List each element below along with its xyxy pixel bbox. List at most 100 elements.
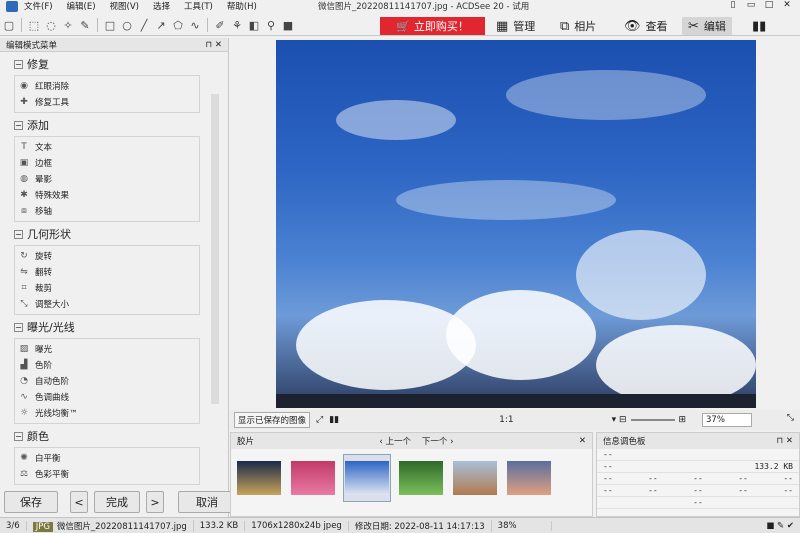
panel-controls[interactable]: ⊓ ✕ (206, 40, 222, 50)
restore-icon[interactable]: □ (760, 0, 778, 14)
color-swatch-icon[interactable]: ■ (281, 18, 295, 32)
menu-item-label: 红眼消除 (35, 82, 70, 92)
menu-item[interactable]: ↻ 旋转 (19, 248, 199, 264)
menu-item[interactable]: ◉ 红眼消除 (19, 78, 199, 94)
rectangle-icon[interactable]: □ (103, 18, 117, 32)
wand-icon[interactable]: ✧ (61, 18, 75, 32)
curves-icon: ∿ (20, 392, 28, 402)
zoom-slider[interactable] (630, 419, 675, 421)
section-header[interactable]: − 曝光/光线 (14, 319, 200, 335)
cloud-shape (596, 325, 756, 405)
buy-now-button[interactable]: 🛒 立即购买！ (380, 17, 485, 35)
show-saved-image-button[interactable]: 显示已保存的图像 (234, 412, 311, 428)
thumbnail[interactable] (289, 454, 337, 502)
pen-icon[interactable]: ✎ (78, 18, 92, 32)
next-button[interactable]: > (146, 491, 164, 513)
collapse-icon[interactable]: − (14, 229, 23, 239)
tab-edit[interactable]: ✂ 编辑 (682, 17, 732, 35)
curve-icon[interactable]: ∿ (188, 18, 202, 32)
menu-item[interactable]: ✚ 修复工具 (19, 94, 199, 110)
dashboard-button[interactable]: ▮▮ (746, 17, 772, 35)
menu-item[interactable]: ✺ 白平衡 (19, 450, 199, 466)
line-icon[interactable]: ╱ (137, 18, 151, 32)
zoom-field[interactable]: 37% (702, 413, 752, 427)
menu-item-label: 特殊效果 (35, 191, 70, 201)
menu-item[interactable]: ⧈ 移轴 (19, 203, 199, 219)
gradient-icon[interactable]: ◧ (247, 18, 261, 32)
format-badge: JPG (32, 521, 53, 532)
cloud-shape (336, 100, 456, 140)
menu-file[interactable]: 文件(F) (24, 0, 53, 12)
status-dims: 1706x1280x24b jpeg (245, 520, 349, 531)
thumbnail[interactable] (451, 454, 499, 502)
thumbnail[interactable] (397, 454, 445, 502)
tab-photos[interactable]: ⧉ 相片 (554, 17, 602, 35)
collapse-icon[interactable]: − (14, 322, 23, 332)
scrollbar[interactable] (211, 94, 219, 404)
menu-edit[interactable]: 编辑(E) (67, 0, 96, 12)
close-icon[interactable]: ✕ (579, 436, 586, 446)
minimize-icon[interactable]: ▭ (742, 0, 760, 14)
close-icon[interactable]: ✕ (778, 0, 796, 14)
zoom-in-icon[interactable]: ⊞ (679, 415, 687, 425)
collapse-icon[interactable]: − (14, 120, 23, 130)
eyedropper-icon[interactable]: ⚲ (264, 18, 278, 32)
window-title: 微信图片_20220811141707.jpg - ACDSee 20 - 试用 (318, 2, 530, 12)
cancel-button[interactable]: 取消 (178, 491, 236, 513)
tab-manage[interactable]: ▦ 管理 (490, 17, 541, 35)
menu-view[interactable]: 视图(V) (110, 0, 139, 12)
lasso-icon[interactable]: ◌ (44, 18, 58, 32)
ratio-label[interactable]: 1:1 (499, 415, 513, 425)
filmstrip-next[interactable]: 下一个 (422, 437, 448, 447)
section-header[interactable]: − 颜色 (14, 428, 200, 444)
save-button[interactable]: 保存 (4, 491, 58, 513)
sky-photo[interactable] (276, 40, 756, 408)
menu-item[interactable]: ▟ 色阶 (19, 357, 199, 373)
arrow-icon[interactable]: ↗ (154, 18, 168, 32)
menu-item[interactable]: ▣ 边框 (19, 155, 199, 171)
thumbnail[interactable] (505, 454, 553, 502)
prev-button[interactable]: < (70, 491, 88, 513)
app-logo-icon (6, 0, 18, 12)
thumbnail[interactable] (235, 454, 283, 502)
histogram-icon[interactable]: ▮▮ (329, 415, 339, 425)
menu-item[interactable]: ◍ 晕影 (19, 171, 199, 187)
status-icons[interactable]: ■ ✎ ✔ (766, 521, 800, 531)
done-button[interactable]: 完成 (94, 491, 140, 513)
menu-item[interactable]: ∿ 色调曲线 (19, 389, 199, 405)
ellipse-icon[interactable]: ○ (120, 18, 134, 32)
section-header[interactable]: − 修复 (14, 56, 200, 72)
collapse-icon[interactable]: − (14, 59, 23, 69)
expand-icon[interactable]: ⤡ (787, 413, 794, 423)
menu-item-label: 色调曲线 (35, 393, 70, 403)
collapse-icon[interactable]: − (14, 431, 23, 441)
section-header[interactable]: − 添加 (14, 117, 200, 133)
panel-controls[interactable]: ⊓ ✕ (777, 436, 793, 446)
menu-item[interactable]: T 文本 (19, 139, 199, 155)
thumbnail-selected[interactable] (343, 454, 391, 502)
menu-tools[interactable]: 工具(T) (184, 0, 213, 12)
section-header[interactable]: − 几何形状 (14, 226, 200, 242)
menu-select[interactable]: 选择 (153, 0, 170, 12)
menu-item[interactable]: ▨ 曝光 (19, 341, 199, 357)
zoom-out-icon[interactable]: ▾ ⊟ (612, 415, 627, 425)
menu-item[interactable]: ◔ 自动色阶 (19, 373, 199, 389)
info-palette-panel: 信息调色板 ⊓ ✕ -- -- 133.2 KB -- -- -- -- -- -- -- -… (596, 432, 800, 517)
clone-icon[interactable]: ⚘ (230, 18, 244, 32)
filmstrip-prev[interactable]: 上一个 (386, 437, 412, 447)
menu-help[interactable]: 帮助(H) (227, 0, 257, 12)
menu-item[interactable]: ⇋ 翻转 (19, 264, 199, 280)
marquee-icon[interactable]: ⬚ (27, 18, 41, 32)
menu-item[interactable]: ⌗ 裁剪 (19, 280, 199, 296)
menu-item[interactable]: ⤡ 调整大小 (19, 296, 199, 312)
next-icon[interactable]: › (450, 437, 453, 447)
menu-item[interactable]: ⚖ 色彩平衡 (19, 466, 199, 482)
tab-view[interactable]: 👁 查看 (618, 17, 674, 35)
layout-icon[interactable]: ▯ (724, 0, 742, 14)
select-tool-icon[interactable]: ▢ (2, 18, 16, 32)
polygon-icon[interactable]: ⬠ (171, 18, 185, 32)
fit-icon[interactable]: ⤢ (316, 415, 323, 425)
menu-item[interactable]: ☼ 光线均衡™ (19, 405, 199, 421)
menu-item[interactable]: ✱ 特殊效果 (19, 187, 199, 203)
brush-icon[interactable]: ✐ (213, 18, 227, 32)
